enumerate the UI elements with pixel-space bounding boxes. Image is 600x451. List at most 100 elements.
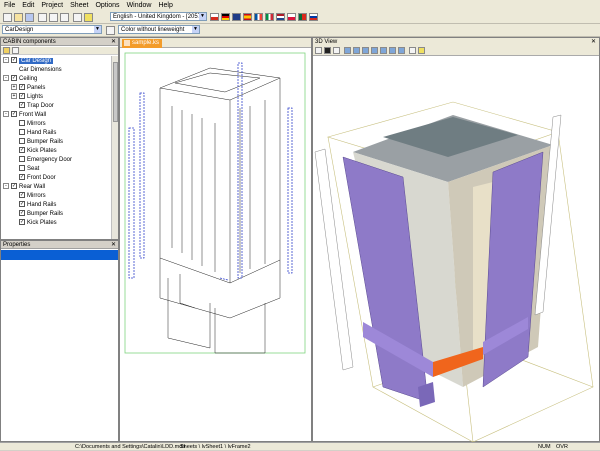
view-right-icon[interactable]: [371, 47, 378, 54]
tree-item[interactable]: Car Dimensions: [11, 66, 62, 75]
copy-icon[interactable]: [49, 13, 58, 22]
language-select[interactable]: English - United Kingdom - [2057] ▼: [110, 12, 207, 21]
render-mode-select[interactable]: Color without lineweight ▼: [118, 25, 200, 34]
expand-icon[interactable]: [12, 47, 19, 54]
tree-item[interactable]: ✓ Hand Rails: [11, 201, 56, 210]
tree-item[interactable]: Hand Rails: [11, 129, 56, 138]
flag-spain-icon[interactable]: [243, 13, 252, 21]
expand-icon[interactable]: +: [11, 84, 17, 91]
menu-item-help[interactable]: Help: [158, 2, 172, 9]
dashed-rails: [128, 62, 293, 281]
zoom-icon[interactable]: [409, 47, 416, 54]
tree-item[interactable]: ✓ Mirrors: [11, 192, 46, 201]
tree-item[interactable]: Emergency Door: [11, 156, 72, 165]
tree-item[interactable]: ✓ Kick Plates: [11, 219, 57, 228]
tree-item[interactable]: Bumper Rails: [11, 138, 63, 147]
tree-item-checkbox[interactable]: [19, 165, 25, 172]
tree-item[interactable]: ✓ Trap Door: [11, 102, 54, 111]
menu-item-edit[interactable]: Edit: [22, 2, 34, 9]
tree-item-checkbox[interactable]: ✓: [19, 147, 25, 154]
tree-item-checkbox[interactable]: ✓: [11, 75, 17, 82]
tree-item[interactable]: - ✓ Front Wall: [3, 111, 46, 120]
tree-item-checkbox[interactable]: ✓: [19, 93, 25, 100]
flag-italy-icon[interactable]: [265, 13, 274, 21]
cabin-panel-title: CABIN components ✕: [1, 38, 118, 46]
collapse-icon[interactable]: -: [3, 75, 9, 82]
tree-item-checkbox[interactable]: ✓: [19, 174, 25, 181]
pan-icon[interactable]: [333, 47, 340, 54]
flag-russia-icon[interactable]: [309, 13, 318, 21]
component-select[interactable]: CarDesign ▼: [2, 25, 102, 34]
tree-item[interactable]: + ✓ Panels: [11, 84, 45, 93]
tree-item[interactable]: - ✓ Car Design: [3, 57, 54, 66]
tree-item-label: Car Design: [19, 58, 54, 64]
color-mode-icon[interactable]: [106, 26, 115, 35]
collapse-icon[interactable]: -: [3, 183, 9, 190]
tree-item-label: Hand Rails: [27, 202, 57, 208]
cabin-2d-drawing[interactable]: [120, 48, 311, 442]
open-folder-icon[interactable]: [14, 13, 23, 22]
help-icon[interactable]: [84, 13, 93, 22]
menu-item-project[interactable]: Project: [41, 2, 63, 9]
flag-portugal-icon[interactable]: [298, 13, 307, 21]
properties-panel-title: Properties ✕: [1, 241, 118, 249]
tree-item[interactable]: Seat: [11, 165, 39, 174]
collapse-icon[interactable]: -: [3, 111, 9, 118]
save-icon[interactable]: [25, 13, 34, 22]
flag-france-icon[interactable]: [254, 13, 263, 21]
folder-icon[interactable]: [3, 47, 10, 54]
tree-item-checkbox[interactable]: [19, 120, 25, 127]
menu-item-window[interactable]: Window: [127, 2, 152, 9]
tree-item-label: Rear Wall: [19, 184, 46, 190]
tree-item-checkbox[interactable]: ✓: [19, 84, 25, 91]
rotate-icon[interactable]: [324, 47, 331, 54]
view-iso-icon[interactable]: [398, 47, 405, 54]
tree-item[interactable]: ✓ Kick Plates: [11, 147, 57, 156]
new-icon[interactable]: [3, 13, 12, 22]
menu-item-options[interactable]: Options: [95, 2, 119, 9]
print-icon[interactable]: [73, 13, 82, 22]
close-icon[interactable]: ✕: [111, 241, 116, 249]
collapse-icon[interactable]: -: [3, 57, 9, 64]
help-icon[interactable]: [418, 47, 425, 54]
flag-uk-icon[interactable]: [232, 13, 241, 21]
tree-item-checkbox[interactable]: ✓: [11, 111, 17, 118]
tree-item-checkbox[interactable]: [19, 129, 25, 136]
tab-sample[interactable]: sample.ks: [122, 39, 163, 48]
tree-item-checkbox[interactable]: [19, 138, 25, 145]
tree-scrollbar[interactable]: [111, 56, 118, 239]
view-front-icon[interactable]: [344, 47, 351, 54]
tree-item[interactable]: Mirrors: [11, 120, 46, 129]
close-icon[interactable]: ✕: [591, 38, 596, 46]
view-back-icon[interactable]: [353, 47, 360, 54]
tree-item[interactable]: - ✓ Ceiling: [3, 75, 37, 84]
close-icon[interactable]: ✕: [111, 38, 116, 46]
tree-item[interactable]: + ✓ Lights: [11, 93, 43, 102]
menu-item-file[interactable]: File: [4, 2, 15, 9]
view-bottom-icon[interactable]: [389, 47, 396, 54]
tree-item-checkbox[interactable]: [19, 156, 25, 163]
view-top-icon[interactable]: [380, 47, 387, 54]
tree-item-checkbox[interactable]: ✓: [11, 183, 17, 190]
paste-icon[interactable]: [60, 13, 69, 22]
flag-germany-icon[interactable]: [221, 13, 230, 21]
tree-item[interactable]: - ✓ Rear Wall: [3, 183, 45, 192]
expand-icon[interactable]: +: [11, 93, 17, 100]
menu-item-sheet[interactable]: Sheet: [70, 2, 88, 9]
select-icon[interactable]: [315, 47, 322, 54]
tree-item-checkbox[interactable]: ✓: [19, 219, 25, 226]
scrollbar-thumb[interactable]: [113, 62, 118, 122]
flag-netherlands-icon[interactable]: [276, 13, 285, 21]
cut-icon[interactable]: [38, 13, 47, 22]
flag-czech-icon[interactable]: [210, 13, 219, 21]
cabin-3d-render[interactable]: [313, 57, 599, 442]
tree-item-checkbox[interactable]: ✓: [19, 210, 25, 217]
tree-item[interactable]: ✓ Front Door: [11, 174, 56, 183]
view-left-icon[interactable]: [362, 47, 369, 54]
tree-item[interactable]: ✓ Bumper Rails: [11, 210, 63, 219]
tree-item-checkbox[interactable]: ✓: [19, 192, 25, 199]
tree-item-checkbox[interactable]: ✓: [19, 201, 25, 208]
flag-poland-icon[interactable]: [287, 13, 296, 21]
tree-item-checkbox[interactable]: ✓: [19, 102, 25, 109]
tree-item-checkbox[interactable]: ✓: [11, 57, 17, 64]
